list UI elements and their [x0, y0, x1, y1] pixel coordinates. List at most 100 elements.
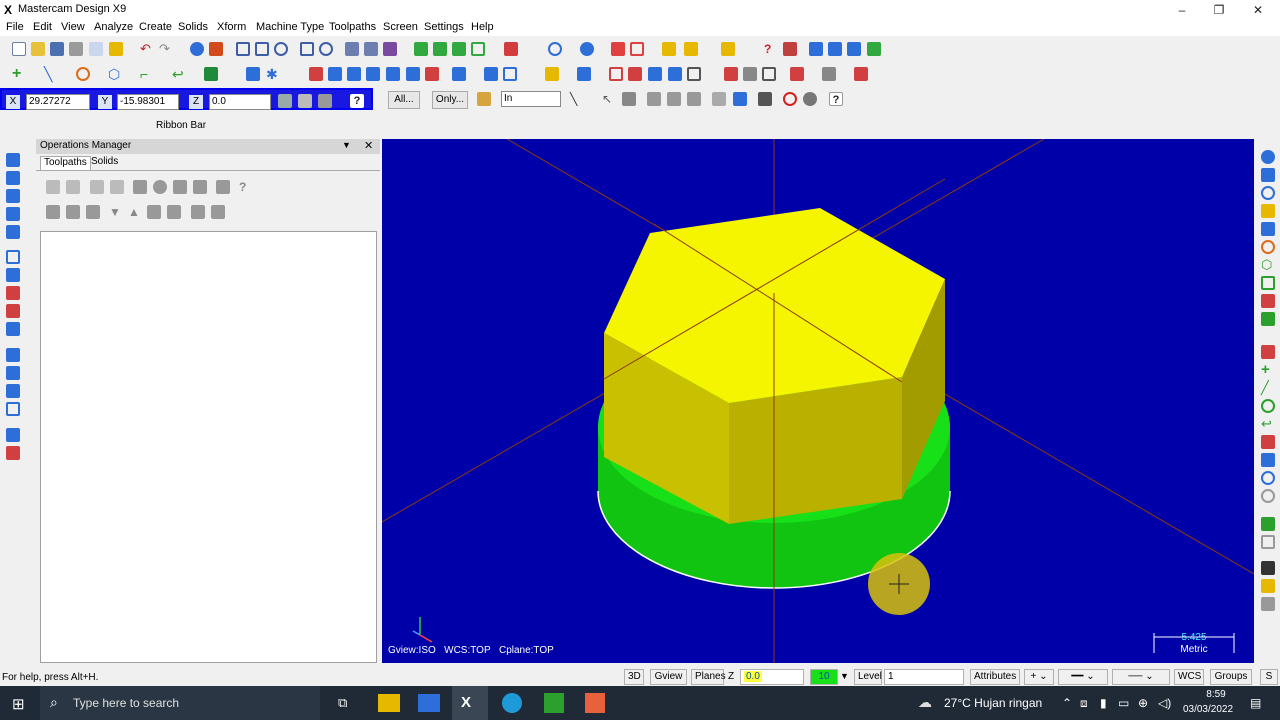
solid-sweep-icon[interactable]: [6, 189, 20, 203]
delete-ops-icon[interactable]: [216, 180, 230, 194]
recorder-icon[interactable]: [585, 693, 605, 713]
rectangle-right-icon[interactable]: [1261, 435, 1275, 449]
tab-solids[interactable]: Solids: [88, 156, 121, 170]
task-view-icon[interactable]: ⧉: [338, 695, 347, 711]
menu-machine-type[interactable]: Machine Type: [256, 21, 324, 33]
box-right-icon[interactable]: [1261, 276, 1275, 290]
solid-wire-icon[interactable]: [630, 42, 644, 56]
solid-body-icon[interactable]: [667, 92, 681, 106]
3d-button[interactable]: 3D: [624, 669, 644, 685]
scale-icon[interactable]: [366, 67, 380, 81]
menu-file[interactable]: File: [6, 21, 24, 33]
select-all-ops-icon[interactable]: [46, 180, 60, 194]
solid-boolean-icon[interactable]: [6, 322, 20, 336]
post-ops-icon[interactable]: [173, 180, 187, 194]
dimension-icon[interactable]: [809, 42, 823, 56]
fillet-icon[interactable]: ⌐: [140, 67, 154, 81]
solid-remove-faces-icon[interactable]: [6, 384, 20, 398]
color-dropdown-icon[interactable]: ▼: [840, 671, 849, 681]
menu-settings[interactable]: Settings: [424, 21, 464, 33]
volume-icon[interactable]: ◁): [1158, 696, 1171, 710]
settings-right-icon[interactable]: [1261, 489, 1275, 503]
menu-view[interactable]: View: [61, 21, 85, 33]
backface-icon[interactable]: [733, 92, 747, 106]
top-view-icon[interactable]: [414, 42, 428, 56]
network-icon[interactable]: ⊕: [1138, 696, 1148, 710]
zoom-out-icon[interactable]: [319, 42, 333, 56]
solid-draft-icon[interactable]: [6, 348, 20, 362]
zoom-target-icon[interactable]: [300, 42, 314, 56]
taskbar-search[interactable]: ⌕ Type here to search: [40, 686, 320, 720]
orbit-right-icon[interactable]: [1261, 471, 1275, 485]
menu-solids[interactable]: Solids: [178, 21, 208, 33]
analyze-icon[interactable]: ?: [764, 42, 778, 56]
break-icon[interactable]: ✱: [266, 67, 280, 81]
print-preview-icon[interactable]: [89, 42, 103, 56]
menu-toolpaths[interactable]: Toolpaths: [329, 21, 376, 33]
only-display-icon[interactable]: [191, 205, 205, 219]
autocursor-icon[interactable]: [318, 94, 332, 108]
toggle-display-icon[interactable]: [66, 205, 80, 219]
engrave-icon[interactable]: [577, 67, 591, 81]
polygon-icon[interactable]: ⬡: [108, 67, 122, 81]
globe-right-icon[interactable]: [1261, 186, 1275, 200]
z-depth-input[interactable]: 0.0: [740, 669, 804, 685]
regen-dirty-icon[interactable]: [110, 180, 124, 194]
tools-icon[interactable]: [684, 42, 698, 56]
clock-time[interactable]: 8:59: [1196, 689, 1236, 700]
menu-xform[interactable]: Xform: [217, 21, 246, 33]
chain-right-icon[interactable]: [1261, 345, 1275, 359]
sphere-icon[interactable]: [1261, 150, 1275, 164]
menu-analyze[interactable]: Analyze: [94, 21, 133, 33]
extrude-right-icon[interactable]: [1261, 168, 1275, 182]
contour-icon[interactable]: [484, 67, 498, 81]
planes-button[interactable]: Planes: [691, 669, 726, 685]
windows-start-icon[interactable]: ⊞: [12, 695, 25, 713]
close-panel-icon[interactable]: ✕: [364, 139, 373, 152]
layer-right-icon[interactable]: [1261, 517, 1275, 531]
pocket-icon[interactable]: [503, 67, 517, 81]
save-icon[interactable]: [50, 42, 64, 56]
redo-icon[interactable]: ↷: [159, 42, 173, 56]
battery-icon[interactable]: ▭: [1118, 696, 1129, 710]
print-icon[interactable]: [69, 42, 83, 56]
file-explorer-icon[interactable]: [378, 694, 400, 712]
fillet-right-icon[interactable]: ↩: [1261, 417, 1275, 431]
help-button[interactable]: S: [1260, 669, 1278, 685]
cube-right-icon[interactable]: [1261, 294, 1275, 308]
display-selected-icon[interactable]: [211, 205, 225, 219]
pin-dropdown-icon[interactable]: ▼: [342, 140, 351, 150]
scroll-to-arrow-icon[interactable]: [167, 205, 181, 219]
shaded-icon[interactable]: [383, 42, 397, 56]
view-right-icon[interactable]: [1261, 535, 1275, 549]
options-right-icon[interactable]: [1261, 597, 1275, 611]
circle-icon[interactable]: [76, 67, 90, 81]
line-style-select[interactable]: ━━ ⌄: [1058, 669, 1108, 685]
solid-primitive-icon[interactable]: [6, 225, 20, 239]
translate-icon[interactable]: [309, 67, 323, 81]
tab-toolpaths[interactable]: Toolpaths: [40, 156, 91, 170]
solid-history-icon[interactable]: [6, 446, 20, 460]
drill-icon[interactable]: [452, 67, 466, 81]
menu-help[interactable]: Help: [471, 21, 494, 33]
end-selection-icon[interactable]: [803, 92, 817, 106]
weather-text[interactable]: 27°C Hujan ringan: [944, 696, 1042, 710]
edge-browser-icon[interactable]: [502, 693, 522, 713]
feature-icon[interactable]: [712, 92, 726, 106]
menu-screen[interactable]: Screen: [383, 21, 418, 33]
gview-button[interactable]: Gview: [650, 669, 687, 685]
machine-icon[interactable]: [854, 67, 868, 81]
cancel-selection-icon[interactable]: [783, 92, 797, 106]
open-file-icon[interactable]: [31, 42, 45, 56]
solid-layout-icon[interactable]: [6, 402, 20, 416]
pencil-icon[interactable]: [662, 42, 676, 56]
relative-icon[interactable]: [298, 94, 312, 108]
tray-meet-icon[interactable]: ⧈: [1080, 696, 1088, 711]
level-input[interactable]: 1: [884, 669, 964, 685]
window-select-icon[interactable]: [622, 92, 636, 106]
solid-thicken-icon[interactable]: [6, 366, 20, 380]
solid-icon[interactable]: [611, 42, 625, 56]
ribbon-help-icon[interactable]: ?: [829, 92, 843, 106]
surface-icon[interactable]: [204, 67, 218, 81]
globe-icon[interactable]: [580, 42, 594, 56]
